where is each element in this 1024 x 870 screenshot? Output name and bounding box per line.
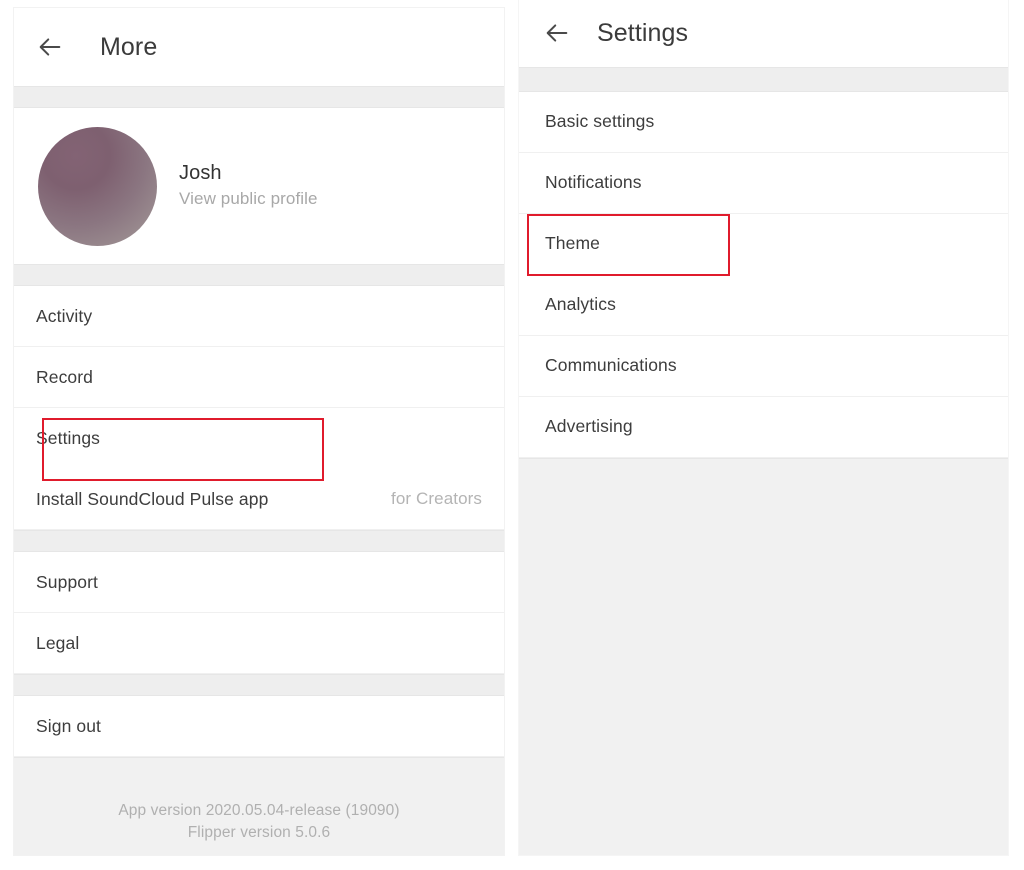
profile-row[interactable]: Josh View public profile	[14, 108, 504, 264]
list-item-label: Basic settings	[545, 111, 655, 132]
list-item-settings[interactable]: Settings	[14, 408, 504, 469]
list-item-label: Record	[36, 366, 94, 387]
arrow-left-icon[interactable]	[543, 19, 571, 47]
profile-text: Josh View public profile	[179, 161, 318, 211]
list-item-install-pulse[interactable]: Install SoundCloud Pulse app for Creator…	[14, 469, 504, 530]
list-item-label: Analytics	[545, 294, 616, 315]
more-appbar: More	[14, 8, 504, 86]
arrow-left-icon[interactable]	[36, 33, 64, 61]
list-item-legal[interactable]: Legal	[14, 613, 504, 674]
profile-name: Josh	[179, 162, 222, 185]
empty-area	[519, 457, 1008, 855]
page-title: More	[100, 32, 158, 61]
view-public-profile-link[interactable]: View public profile	[179, 188, 318, 211]
settings-item-analytics[interactable]: Analytics	[519, 274, 1008, 336]
list-item-label: Communications	[545, 355, 677, 376]
settings-item-communications[interactable]: Communications	[519, 335, 1008, 397]
list-item-label: Activity	[36, 305, 93, 326]
section-spacer	[14, 86, 504, 108]
flipper-version-text: Flipper version 5.0.6	[187, 824, 331, 842]
more-list-group-one: Activity Record Settings Install SoundCl…	[14, 286, 504, 530]
section-spacer	[519, 66, 1008, 92]
app-version-text: App version 2020.05.04-release (19090)	[118, 802, 400, 819]
list-item-sign-out[interactable]: Sign out	[14, 696, 504, 757]
list-item-label: Theme	[545, 233, 600, 254]
list-item-label: Support	[36, 571, 98, 592]
section-spacer	[14, 264, 504, 286]
section-spacer	[14, 530, 504, 552]
settings-item-basic-settings[interactable]: Basic settings	[519, 91, 1008, 153]
settings-list: Basic settings Notifications Theme Analy…	[519, 91, 1008, 458]
settings-item-notifications[interactable]: Notifications	[519, 152, 1008, 214]
list-item-label: Settings	[36, 427, 101, 448]
screenshot-root: More Josh View public profile Activity R…	[0, 0, 1024, 870]
section-spacer	[14, 674, 504, 696]
settings-appbar: Settings	[519, 0, 1008, 67]
list-item-support[interactable]: Support	[14, 552, 504, 613]
more-list-group-two: Support Legal	[14, 552, 504, 674]
list-item-label: Advertising	[545, 416, 633, 437]
list-item-label: Legal	[36, 632, 80, 653]
settings-screen: Settings Basic settings Notifications Th…	[519, 0, 1008, 855]
list-item-label: Sign out	[36, 715, 102, 736]
settings-item-advertising[interactable]: Advertising	[519, 396, 1008, 458]
more-list-group-three: Sign out	[14, 696, 504, 757]
page-title: Settings	[597, 18, 689, 47]
version-footer: App version 2020.05.04-release (19090) F…	[14, 757, 504, 855]
list-item-trailing-text: for Creators	[391, 489, 482, 508]
list-item-activity[interactable]: Activity	[14, 286, 504, 347]
settings-item-theme[interactable]: Theme	[519, 213, 1008, 275]
list-item-record[interactable]: Record	[14, 347, 504, 408]
list-item-label: Install SoundCloud Pulse app	[36, 488, 269, 509]
more-screen: More Josh View public profile Activity R…	[14, 8, 504, 855]
list-item-label: Notifications	[545, 172, 642, 193]
avatar[interactable]	[38, 126, 157, 246]
